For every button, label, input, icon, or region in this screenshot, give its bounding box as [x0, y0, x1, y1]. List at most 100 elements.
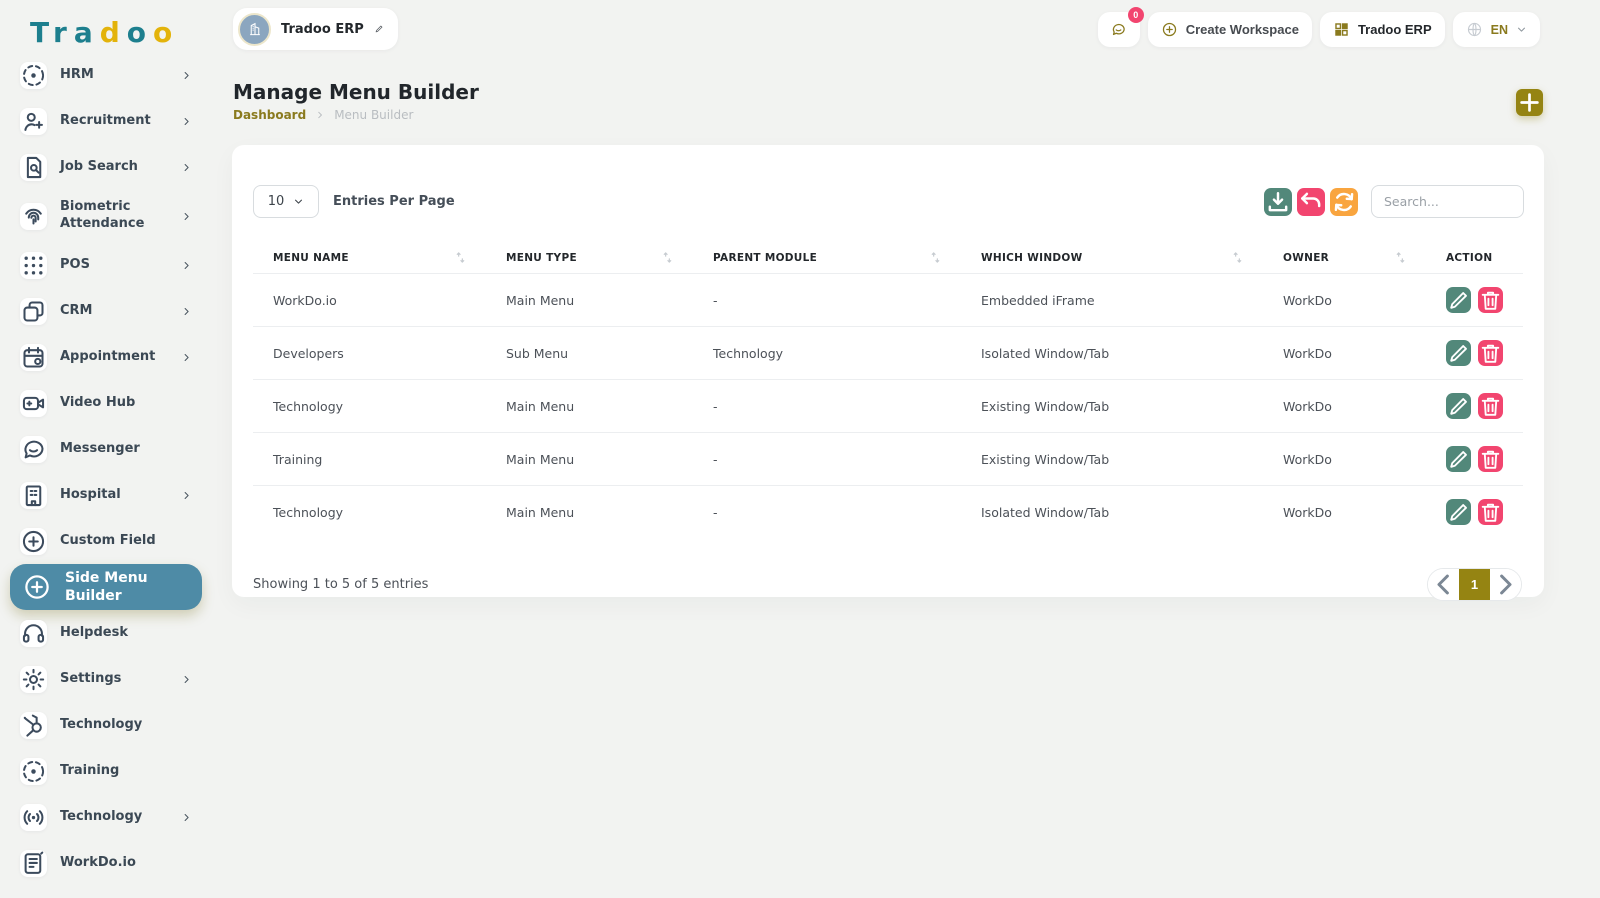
- sidebar-item-label: Helpdesk: [60, 625, 192, 642]
- cell-parent-module: Technology: [693, 327, 961, 380]
- sidebar-item-label: WorkDo.io: [60, 855, 192, 872]
- column-header-owner[interactable]: OWNER: [1263, 243, 1426, 274]
- language-selector[interactable]: EN: [1453, 12, 1540, 47]
- cell-parent-module: -: [693, 274, 961, 327]
- cell-menu-type: Main Menu: [486, 433, 693, 486]
- breadcrumb-dashboard-link[interactable]: Dashboard: [233, 108, 306, 122]
- cell-parent-module: -: [693, 380, 961, 433]
- sort-icon[interactable]: [455, 251, 466, 264]
- edit-button[interactable]: [1446, 499, 1471, 525]
- sidebar-item-custom-field[interactable]: Custom Field: [0, 518, 212, 564]
- cell-menu-name: Developers: [253, 327, 486, 380]
- logo-part: d: [100, 16, 127, 49]
- sort-icon[interactable]: [930, 251, 941, 264]
- cell-parent-module: -: [693, 433, 961, 486]
- language-code: EN: [1491, 23, 1508, 37]
- chevron-right-icon: [181, 352, 192, 363]
- column-header-which-window[interactable]: WHICH WINDOW: [961, 243, 1263, 274]
- search-input[interactable]: [1371, 185, 1524, 218]
- delete-button[interactable]: [1478, 446, 1503, 472]
- target-icon: [20, 758, 47, 785]
- delete-button[interactable]: [1478, 393, 1503, 419]
- sort-icon[interactable]: [1395, 251, 1406, 264]
- cell-owner: WorkDo: [1263, 327, 1426, 380]
- sidebar-item-recruitment[interactable]: Recruitment: [0, 98, 212, 144]
- sidebar-item-label: Settings: [60, 671, 168, 688]
- delete-button[interactable]: [1478, 499, 1503, 525]
- sidebar-item-job-search[interactable]: Job Search: [0, 144, 212, 190]
- entries-per-page-select[interactable]: 10: [253, 185, 319, 218]
- edit-button[interactable]: [1446, 287, 1471, 313]
- edit-button[interactable]: [1446, 340, 1471, 366]
- sidebar-item-messenger[interactable]: Messenger: [0, 426, 212, 472]
- sidebar-item-video-hub[interactable]: Video Hub: [0, 380, 212, 426]
- sidebar-item-pos[interactable]: POS: [0, 242, 212, 288]
- page-1-button[interactable]: 1: [1459, 569, 1490, 600]
- edit-pencil-icon[interactable]: [374, 24, 384, 34]
- chevron-right-icon: [181, 116, 192, 127]
- sidebar-item-side-menu-builder[interactable]: Side Menu Builder: [10, 564, 202, 610]
- pencil-icon: [1446, 341, 1471, 366]
- sidebar-item-workdo-io[interactable]: WorkDo.io: [0, 840, 212, 886]
- reset-button[interactable]: [1297, 188, 1325, 216]
- column-header-menu-name[interactable]: MENU NAME: [253, 243, 486, 274]
- sidebar-item-label: Recruitment: [60, 113, 168, 130]
- sidebar-item-settings[interactable]: Settings: [0, 656, 212, 702]
- sidebar-item-biometric-attendance[interactable]: Biometric Attendance: [0, 190, 212, 242]
- cell-parent-module: -: [693, 486, 961, 539]
- cell-which-window: Embedded iFrame: [961, 274, 1263, 327]
- edit-button[interactable]: [1446, 393, 1471, 419]
- sidebar-item-crm[interactable]: CRM: [0, 288, 212, 334]
- app-logo[interactable]: Tradoo: [30, 16, 179, 49]
- column-header-parent-module[interactable]: PARENT MODULE: [693, 243, 961, 274]
- chevron-right-icon: [181, 70, 192, 81]
- previous-page-button[interactable]: [1428, 569, 1459, 600]
- cell-menu-type: Sub Menu: [486, 327, 693, 380]
- table-row: WorkDo.io Main Menu - Embedded iFrame Wo…: [253, 274, 1523, 327]
- cell-menu-name: Training: [253, 433, 486, 486]
- notifications-button[interactable]: 0: [1098, 12, 1140, 47]
- delete-button[interactable]: [1478, 340, 1503, 366]
- sidebar-item-training[interactable]: Training: [0, 748, 212, 794]
- sort-icon[interactable]: [662, 251, 673, 264]
- next-page-button[interactable]: [1490, 569, 1521, 600]
- app-switcher-button[interactable]: Tradoo ERP: [1320, 12, 1445, 47]
- refresh-button[interactable]: [1330, 188, 1358, 216]
- cell-menu-name: Technology: [253, 486, 486, 539]
- workspace-name: Tradoo ERP: [281, 22, 364, 37]
- hub-icon: [20, 712, 47, 739]
- sidebar-item-hospital[interactable]: Hospital: [0, 472, 212, 518]
- edit-button[interactable]: [1446, 446, 1471, 472]
- sort-icon[interactable]: [1232, 251, 1243, 264]
- export-button[interactable]: [1264, 188, 1292, 216]
- user-plus-icon: [20, 108, 47, 135]
- logo-part: o: [127, 16, 153, 49]
- workspace-chip[interactable]: Tradoo ERP: [233, 8, 398, 50]
- chevron-right-icon: [1490, 569, 1521, 600]
- column-header-menu-type[interactable]: MENU TYPE: [486, 243, 693, 274]
- trash-icon: [1478, 341, 1503, 366]
- sidebar-item-hrm[interactable]: HRM: [0, 52, 212, 98]
- add-menu-button[interactable]: [1516, 89, 1543, 116]
- cell-owner: WorkDo: [1263, 433, 1426, 486]
- grid-squares-icon: [1333, 21, 1350, 38]
- gear-icon: [20, 666, 47, 693]
- trash-icon: [1478, 500, 1503, 525]
- chevron-left-icon: [1428, 569, 1459, 600]
- sidebar-item-label: Video Hub: [60, 395, 192, 412]
- broadcast-icon: [20, 804, 47, 831]
- table-toolbar: 10 Entries Per Page: [253, 185, 1524, 218]
- chevron-down-icon: [293, 196, 304, 207]
- sidebar-item-technology-1[interactable]: Technology: [0, 702, 212, 748]
- chevron-right-icon: [181, 306, 192, 317]
- pencil-icon: [1446, 500, 1471, 525]
- trash-icon: [1478, 394, 1503, 419]
- create-workspace-button[interactable]: Create Workspace: [1148, 12, 1312, 47]
- globe-icon: [1466, 21, 1483, 38]
- delete-button[interactable]: [1478, 287, 1503, 313]
- sidebar-item-appointment[interactable]: Appointment: [0, 334, 212, 380]
- sidebar-item-helpdesk[interactable]: Helpdesk: [0, 610, 212, 656]
- chat-icon: [20, 436, 47, 463]
- sidebar-item-label: Technology: [60, 717, 192, 734]
- sidebar-item-technology-2[interactable]: Technology: [0, 794, 212, 840]
